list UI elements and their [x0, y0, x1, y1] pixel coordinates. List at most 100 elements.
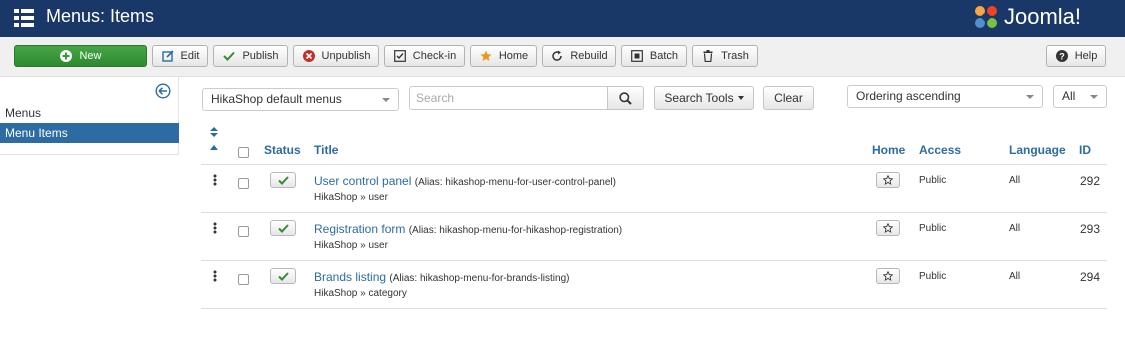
star-icon [479, 49, 493, 63]
help-label: Help [1074, 50, 1098, 62]
status-toggle-button[interactable] [270, 268, 296, 284]
chevron-down-icon [1026, 95, 1034, 99]
svg-text:?: ? [1059, 52, 1065, 62]
app-header: Menus: Items Joomla! [0, 0, 1125, 37]
menu-list-icon[interactable] [14, 8, 34, 28]
check-icon [222, 49, 236, 63]
chevron-down-icon [382, 98, 390, 102]
item-menu-type: HikaShop » user [314, 240, 388, 251]
row-divider [201, 164, 1107, 165]
cancel-circle-icon [302, 49, 316, 63]
item-title-link[interactable]: Registration form [314, 222, 405, 236]
drag-handle-icon[interactable] [213, 174, 217, 186]
menu-select-value: HikaShop default menus [211, 92, 342, 106]
item-title-link[interactable]: Brands listing [314, 270, 386, 284]
row-divider [201, 260, 1107, 261]
publish-button[interactable]: Publish [213, 45, 288, 67]
new-button[interactable]: New [14, 45, 147, 67]
status-toggle-button[interactable] [270, 220, 296, 236]
item-language: All [1009, 175, 1021, 186]
column-header-id[interactable]: ID [1079, 143, 1091, 157]
joomla-logo[interactable]: Joomla! [972, 2, 1081, 32]
caret-down-icon [737, 96, 744, 100]
joomla-logo-icon [975, 6, 997, 28]
trash-button[interactable]: Trash [692, 45, 758, 67]
home-label: Home [498, 50, 529, 62]
home-toggle-button[interactable] [876, 220, 900, 236]
trash-icon [701, 49, 715, 63]
star-outline-icon [883, 175, 893, 185]
trash-label: Trash [721, 50, 749, 62]
column-header-title[interactable]: Title [314, 143, 338, 157]
check-icon [277, 223, 289, 233]
new-label: New [79, 50, 102, 62]
search-input[interactable] [409, 86, 608, 110]
star-outline-icon [883, 271, 893, 281]
item-alias: (Alias: hikashop-menu-for-user-control-p… [414, 177, 616, 188]
checkin-button[interactable]: Check-in [384, 45, 465, 67]
item-id: 294 [1080, 270, 1101, 284]
plus-circle-icon [59, 49, 73, 63]
search-tools-label: Search Tools [664, 91, 734, 105]
refresh-icon [550, 49, 564, 63]
edit-icon [161, 49, 175, 63]
sort-ordering-icon[interactable] [209, 127, 219, 153]
home-button[interactable]: Home [470, 45, 537, 67]
column-header-status[interactable]: Status [264, 143, 301, 157]
check-icon [277, 175, 289, 185]
select-all-checkbox[interactable] [238, 147, 249, 158]
page-title: Menus: Items [46, 6, 155, 26]
joomla-wordmark: Joomla! [1004, 4, 1082, 29]
batch-icon [630, 49, 644, 63]
edit-label: Edit [180, 50, 200, 62]
item-menu-type: HikaShop » user [314, 192, 388, 203]
row-checkbox[interactable] [238, 178, 249, 189]
row-checkbox[interactable] [238, 226, 249, 237]
status-toggle-button[interactable] [270, 172, 296, 188]
menu-select[interactable]: HikaShop default menus [202, 88, 399, 111]
column-header-language[interactable]: Language [1009, 143, 1066, 157]
sidebar-item-menu-items[interactable]: Menu Items [0, 123, 179, 143]
star-outline-icon [883, 223, 893, 233]
item-alias: (Alias: hikashop-menu-for-brands-listing… [389, 273, 570, 284]
help-button[interactable]: ? Help [1046, 45, 1106, 67]
unpublish-button[interactable]: Unpublish [293, 45, 379, 67]
item-language: All [1009, 271, 1021, 282]
column-header-home[interactable]: Home [872, 143, 905, 157]
home-toggle-button[interactable] [876, 268, 900, 284]
ordering-select-value: Ordering ascending [856, 89, 961, 103]
batch-button[interactable]: Batch [621, 45, 687, 67]
item-alias: (Alias: hikashop-menu-for-hikashop-regis… [408, 225, 623, 236]
column-header-access[interactable]: Access [919, 143, 961, 157]
clear-button[interactable]: Clear [763, 86, 814, 110]
row-checkbox[interactable] [238, 274, 249, 285]
limit-select[interactable]: All [1053, 85, 1107, 108]
home-toggle-button[interactable] [876, 172, 900, 188]
item-menu-type: HikaShop » category [314, 288, 407, 299]
drag-handle-icon[interactable] [213, 222, 217, 234]
checkin-label: Check-in [412, 50, 457, 62]
search-tools-button[interactable]: Search Tools [654, 86, 754, 110]
row-divider [201, 308, 1107, 309]
unpublish-label: Unpublish [321, 50, 371, 62]
item-access: Public [919, 175, 947, 186]
sidebar: Menus Menu Items [0, 77, 179, 155]
batch-label: Batch [649, 50, 679, 62]
item-title-link[interactable]: User control panel [314, 174, 411, 188]
toolbar: New Edit Publish Unpublish Check-in Home [0, 37, 1125, 77]
chevron-down-icon [1090, 95, 1098, 99]
sidebar-item-menus[interactable]: Menus [0, 103, 179, 123]
drag-handle-icon[interactable] [213, 270, 217, 282]
item-access: Public [919, 271, 947, 282]
limit-select-value: All [1062, 89, 1076, 103]
item-language: All [1009, 223, 1021, 234]
search-button[interactable] [607, 86, 644, 110]
item-id: 293 [1080, 222, 1101, 236]
item-access: Public [919, 223, 947, 234]
edit-button[interactable]: Edit [152, 45, 208, 67]
rebuild-button[interactable]: Rebuild [542, 45, 616, 67]
collapse-sidebar-icon[interactable] [155, 83, 171, 99]
ordering-select[interactable]: Ordering ascending [847, 85, 1043, 108]
check-icon [277, 271, 289, 281]
item-id: 292 [1080, 174, 1101, 188]
